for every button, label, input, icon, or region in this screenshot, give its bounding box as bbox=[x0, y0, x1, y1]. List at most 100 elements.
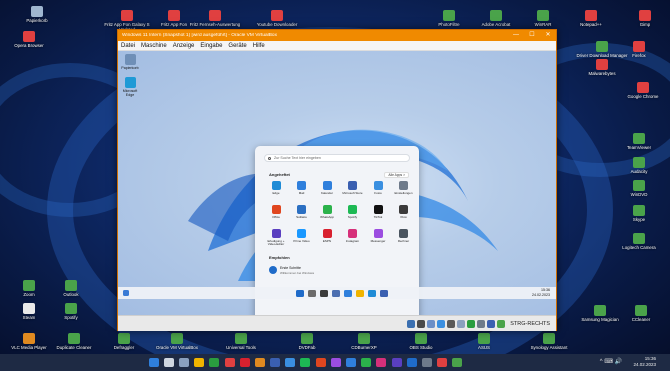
pinned-app[interactable]: Instagram bbox=[340, 229, 366, 243]
cpu-icon[interactable] bbox=[487, 319, 496, 328]
app-icon[interactable] bbox=[254, 358, 265, 367]
desktop-shortcut[interactable]: CCleaner bbox=[612, 305, 670, 322]
maximize-button[interactable]: ☐ bbox=[524, 30, 540, 41]
desktop-shortcut[interactable]: Youtube Downloader bbox=[248, 10, 306, 27]
widgets-icon[interactable] bbox=[332, 289, 340, 297]
app-icon[interactable] bbox=[406, 358, 417, 367]
desktop-shortcut[interactable]: Defraggler bbox=[95, 333, 153, 350]
desktop-shortcut[interactable]: Oracle VM VirtualBox bbox=[148, 333, 206, 350]
app-icon[interactable] bbox=[452, 358, 463, 367]
app-icon[interactable] bbox=[209, 358, 220, 367]
host-clock[interactable]: 15:36 24.02.2023 bbox=[633, 356, 656, 368]
display-icon[interactable] bbox=[467, 319, 476, 328]
chat-icon[interactable] bbox=[344, 289, 352, 297]
desktop-shortcut[interactable]: Outlook bbox=[42, 280, 100, 297]
task-view-icon[interactable] bbox=[320, 289, 328, 297]
recording-icon[interactable] bbox=[477, 319, 486, 328]
app-icon[interactable] bbox=[361, 358, 372, 367]
pinned-app[interactable]: Edge bbox=[263, 181, 289, 195]
app-icon[interactable] bbox=[270, 358, 281, 367]
pinned-app[interactable]: WhatsApp bbox=[314, 205, 340, 219]
all-apps-button[interactable]: Alle Apps > bbox=[384, 172, 409, 178]
desktop-shortcut[interactable]: Universal Tools bbox=[212, 333, 270, 350]
usb-icon[interactable] bbox=[447, 319, 456, 328]
desktop-shortcut[interactable]: Audacity bbox=[610, 157, 668, 174]
menu-eingabe[interactable]: Eingabe bbox=[200, 43, 222, 49]
desktop-shortcut[interactable]: Google Chrome bbox=[614, 82, 670, 99]
pinned-app[interactable]: Fotos bbox=[365, 181, 391, 195]
pinned-app[interactable]: Microsoft Store bbox=[340, 181, 366, 195]
app-icon[interactable] bbox=[421, 358, 432, 367]
app-icon[interactable] bbox=[239, 358, 250, 367]
menu-geraete[interactable]: Geräte bbox=[228, 43, 246, 49]
host-tray-icons[interactable]: ^ ⌨ 🔊 bbox=[600, 358, 622, 365]
desktop-shortcut[interactable]: WinDVD bbox=[610, 180, 668, 197]
pinned-app[interactable]: Solitaire bbox=[289, 205, 315, 219]
mouse-integration-icon[interactable] bbox=[497, 319, 506, 328]
network-icon[interactable] bbox=[437, 319, 446, 328]
pinned-app[interactable]: Spotify bbox=[340, 205, 366, 219]
store-icon[interactable] bbox=[380, 289, 388, 297]
desktop-shortcut[interactable]: Opera Browser bbox=[0, 31, 58, 48]
hdd-icon[interactable] bbox=[407, 319, 416, 328]
shared-folder-icon[interactable] bbox=[457, 319, 466, 328]
desktop-shortcut[interactable]: Gimp bbox=[616, 10, 670, 27]
app-icon[interactable] bbox=[437, 358, 448, 367]
optical-drive-icon[interactable] bbox=[417, 319, 426, 328]
search-icon[interactable] bbox=[163, 358, 174, 367]
close-button[interactable]: ✕ bbox=[540, 30, 556, 41]
vm-title-bar[interactable]: Windows 11 Intern (Snapshot 1) [wird aus… bbox=[118, 30, 556, 41]
windows-start-icon[interactable] bbox=[148, 358, 159, 367]
minimize-button[interactable]: — bbox=[508, 30, 524, 41]
guest-desktop-shortcut[interactable]: Papierkorb bbox=[120, 54, 140, 70]
desktop-shortcut[interactable]: Spotify bbox=[42, 303, 100, 320]
guest-clock[interactable]: 15:36 24.02.2023 bbox=[532, 288, 550, 298]
edge-icon[interactable] bbox=[368, 289, 376, 297]
desktop-shortcut[interactable]: Papierkorb bbox=[8, 6, 66, 23]
menu-maschine[interactable]: Maschine bbox=[141, 43, 167, 49]
pinned-app[interactable]: Einstellungen bbox=[391, 181, 417, 195]
desktop-shortcut[interactable]: CDBurnerXP bbox=[335, 333, 393, 350]
app-icon[interactable] bbox=[346, 358, 357, 367]
app-icon[interactable] bbox=[391, 358, 402, 367]
desktop-shortcut[interactable]: ASUS bbox=[455, 333, 513, 350]
desktop-shortcut[interactable]: Synology Assistant bbox=[520, 333, 578, 350]
desktop-shortcut[interactable]: Skype bbox=[610, 205, 668, 222]
desktop-shortcut[interactable]: Firefox bbox=[610, 41, 668, 58]
app-icon[interactable] bbox=[285, 358, 296, 367]
menu-datei[interactable]: Datei bbox=[121, 43, 135, 49]
pinned-app[interactable]: Rechner bbox=[391, 229, 417, 243]
widgets-weather-icon[interactable] bbox=[123, 290, 129, 296]
pinned-app[interactable]: Messenger bbox=[365, 229, 391, 243]
desktop-shortcut[interactable]: TeamViewer bbox=[610, 133, 668, 150]
pinned-app[interactable]: TikTok bbox=[365, 205, 391, 219]
windows-start-icon[interactable] bbox=[296, 289, 304, 297]
pinned-app[interactable]: Erledigung + Video-Editor bbox=[263, 229, 289, 246]
pinned-app[interactable]: Mail bbox=[289, 181, 315, 195]
desktop-shortcut[interactable]: OBS Studio bbox=[392, 333, 450, 350]
app-icon[interactable] bbox=[224, 358, 235, 367]
guest-screen[interactable]: Papierkorb Microsoft Edge Zur Suche Text … bbox=[118, 51, 556, 315]
desktop-shortcut[interactable]: Fritz Fernseh-Auswertung bbox=[186, 10, 244, 27]
task-view-icon[interactable] bbox=[178, 358, 189, 367]
menu-anzeige[interactable]: Anzeige bbox=[173, 43, 195, 49]
virtualbox-window[interactable]: Windows 11 Intern (Snapshot 1) [wird aus… bbox=[117, 29, 557, 331]
desktop-shortcut[interactable]: DVDFab bbox=[278, 333, 336, 350]
desktop-shortcut[interactable]: Malwarebytes bbox=[573, 59, 631, 76]
explorer-icon[interactable] bbox=[356, 289, 364, 297]
app-icon[interactable] bbox=[376, 358, 387, 367]
guest-desktop-shortcut[interactable]: Microsoft Edge bbox=[120, 77, 140, 97]
pinned-app[interactable]: Xbox bbox=[391, 205, 417, 219]
start-search-box[interactable]: Zur Suche Text hier eingeben bbox=[264, 154, 410, 162]
app-icon[interactable] bbox=[330, 358, 341, 367]
app-icon[interactable] bbox=[315, 358, 326, 367]
pinned-app[interactable]: ESPN bbox=[314, 229, 340, 243]
pinned-app[interactable]: Kalender bbox=[314, 181, 340, 195]
search-icon[interactable] bbox=[308, 289, 316, 297]
menu-hilfe[interactable]: Hilfe bbox=[253, 43, 265, 49]
desktop-shortcut[interactable]: Notepad++ bbox=[562, 10, 620, 27]
desktop-shortcut[interactable]: Logitech Camera bbox=[610, 233, 668, 250]
app-icon[interactable] bbox=[300, 358, 311, 367]
pinned-app[interactable]: Office bbox=[263, 205, 289, 219]
audio-icon[interactable] bbox=[427, 319, 436, 328]
